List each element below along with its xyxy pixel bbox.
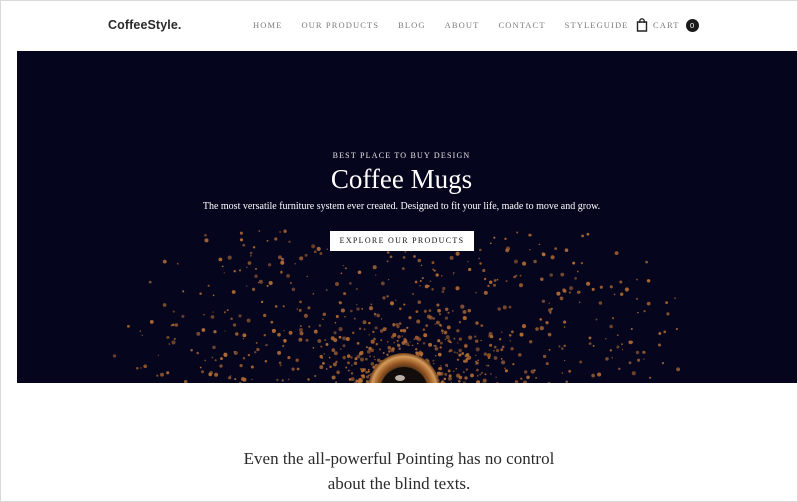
coffee-grounds-image: [112, 229, 681, 383]
nav-about[interactable]: ABOUT: [445, 20, 480, 30]
hero-banner: BEST PLACE TO BUY DESIGN Coffee Mugs The…: [17, 51, 730, 383]
shopping-bag-icon: [636, 18, 648, 32]
intro-text-line-1: Even the all-powerful Pointing has no co…: [243, 449, 555, 468]
hero-eyebrow: BEST PLACE TO BUY DESIGN: [332, 151, 471, 160]
nav-blog[interactable]: BLOG: [398, 20, 426, 30]
site-header: CoffeeStyle. HOME OUR PRODUCTS BLOG ABOU…: [1, 1, 797, 51]
nav-our-products[interactable]: OUR PRODUCTS: [301, 20, 379, 30]
hero-subtitle: The most versatile furniture system ever…: [202, 201, 601, 212]
cart-count-badge: 0: [685, 18, 699, 32]
cart-label: CART: [653, 20, 680, 30]
nav-home[interactable]: HOME: [253, 20, 282, 30]
cart-link[interactable]: CART 0: [636, 18, 699, 32]
explore-products-button[interactable]: EXPLORE OUR PRODUCTS: [330, 231, 474, 251]
main-nav: HOME OUR PRODUCTS BLOG ABOUT CONTACT STY…: [253, 20, 629, 30]
nav-styleguide[interactable]: STYLEGUIDE: [565, 20, 629, 30]
intro-text-line-2: about the blind texts.: [327, 474, 471, 493]
page-frame: CoffeeStyle. HOME OUR PRODUCTS BLOG ABOU…: [0, 0, 798, 502]
site-logo[interactable]: CoffeeStyle.: [108, 18, 181, 32]
hero-edge: [730, 51, 797, 383]
hero-title: Coffee Mugs: [330, 164, 473, 194]
nav-contact[interactable]: CONTACT: [498, 20, 545, 30]
intro-text: Even the all-powerful Pointing has no co…: [1, 446, 797, 496]
